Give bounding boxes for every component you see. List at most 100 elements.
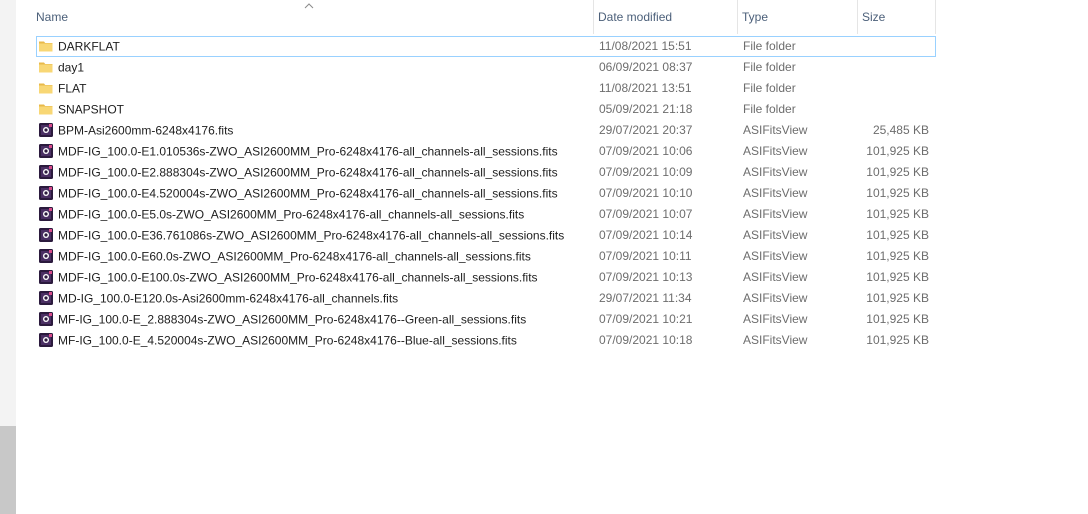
type-cell: ASIFitsView bbox=[743, 291, 808, 305]
name-cell: SNAPSHOT bbox=[38, 99, 594, 120]
column-header-type-label: Type bbox=[742, 10, 769, 24]
fits-file-icon bbox=[38, 143, 54, 159]
name-cell: MF-IG_100.0-E_4.520004s-ZWO_ASI2600MM_Pr… bbox=[38, 330, 594, 351]
type-cell: File folder bbox=[743, 39, 796, 53]
fits-file-icon bbox=[38, 332, 54, 348]
file-name: MDF-IG_100.0-E4.520004s-ZWO_ASI2600MM_Pr… bbox=[58, 186, 558, 201]
file-name: MF-IG_100.0-E_4.520004s-ZWO_ASI2600MM_Pr… bbox=[58, 333, 517, 348]
fits-file-icon bbox=[38, 269, 54, 285]
folder-row[interactable]: SNAPSHOT 05/09/2021 21:18 File folder bbox=[36, 99, 936, 120]
date-modified-cell: 06/09/2021 08:37 bbox=[599, 60, 693, 74]
fits-file-icon bbox=[38, 290, 54, 306]
file-list: DARKFLAT 11/08/2021 15:51 File folder day1… bbox=[36, 36, 936, 351]
fits-file-icon bbox=[38, 206, 54, 222]
type-cell: ASIFitsView bbox=[743, 144, 808, 158]
size-cell: 101,925 KB bbox=[866, 165, 929, 179]
file-name: MDF-IG_100.0-E2.888304s-ZWO_ASI2600MM_Pr… bbox=[58, 165, 558, 180]
fits-file-icon bbox=[38, 122, 54, 138]
size-cell: 101,925 KB bbox=[866, 333, 929, 347]
folder-icon bbox=[38, 80, 54, 96]
name-cell: MF-IG_100.0-E_2.888304s-ZWO_ASI2600MM_Pr… bbox=[38, 309, 594, 330]
date-modified-cell: 07/09/2021 10:21 bbox=[599, 312, 693, 326]
type-cell: ASIFitsView bbox=[743, 312, 808, 326]
type-cell: ASIFitsView bbox=[743, 270, 808, 284]
date-modified-cell: 05/09/2021 21:18 bbox=[599, 102, 693, 116]
date-modified-cell: 07/09/2021 10:11 bbox=[599, 249, 692, 263]
date-modified-cell: 29/07/2021 11:34 bbox=[599, 291, 692, 305]
column-header-row: Name Date modified Type Size bbox=[16, 0, 936, 34]
type-cell: File folder bbox=[743, 81, 796, 95]
size-cell bbox=[858, 57, 929, 78]
column-header-size[interactable]: Size bbox=[858, 0, 936, 34]
column-header-name-label: Name bbox=[36, 10, 69, 24]
type-cell: ASIFitsView bbox=[743, 333, 808, 347]
file-row[interactable]: MDF-IG_100.0-E60.0s-ZWO_ASI2600MM_Pro-62… bbox=[36, 246, 936, 267]
size-cell: 101,925 KB bbox=[866, 312, 929, 326]
file-row[interactable]: MDF-IG_100.0-E2.888304s-ZWO_ASI2600MM_Pr… bbox=[36, 162, 936, 183]
column-header-size-label: Size bbox=[862, 10, 886, 24]
file-row[interactable]: MDF-IG_100.0-E36.761086s-ZWO_ASI2600MM_P… bbox=[36, 225, 936, 246]
type-cell: File folder bbox=[743, 60, 796, 74]
date-modified-cell: 07/09/2021 10:07 bbox=[599, 207, 693, 221]
size-cell: 101,925 KB bbox=[866, 291, 929, 305]
date-modified-cell: 07/09/2021 10:09 bbox=[599, 165, 693, 179]
fits-file-icon bbox=[38, 164, 54, 180]
folder-row[interactable]: day1 06/09/2021 08:37 File folder bbox=[36, 57, 936, 78]
date-modified-cell: 07/09/2021 10:06 bbox=[599, 144, 693, 158]
type-cell: ASIFitsView bbox=[743, 249, 808, 263]
date-modified-cell: 07/09/2021 10:18 bbox=[599, 333, 693, 347]
fits-file-icon bbox=[38, 311, 54, 327]
column-header-name[interactable]: Name bbox=[32, 0, 594, 34]
scrollbar-thumb[interactable] bbox=[0, 426, 16, 514]
name-cell: MDF-IG_100.0-E36.761086s-ZWO_ASI2600MM_P… bbox=[38, 225, 594, 246]
file-row[interactable]: MDF-IG_100.0-E100.0s-ZWO_ASI2600MM_Pro-6… bbox=[36, 267, 936, 288]
date-modified-cell: 11/08/2021 13:51 bbox=[599, 81, 692, 95]
column-header-date-modified[interactable]: Date modified bbox=[594, 0, 738, 34]
file-row[interactable]: BPM-Asi2600mm-6248x4176.fits 29/07/2021 2… bbox=[36, 120, 936, 141]
file-row[interactable]: MDF-IG_100.0-E1.010536s-ZWO_ASI2600MM_Pr… bbox=[36, 141, 936, 162]
type-cell: ASIFitsView bbox=[743, 186, 808, 200]
date-modified-cell: 07/09/2021 10:14 bbox=[599, 228, 693, 242]
folder-row[interactable]: FLAT 11/08/2021 13:51 File folder bbox=[36, 78, 936, 99]
folder-row[interactable]: DARKFLAT 11/08/2021 15:51 File folder bbox=[36, 36, 936, 57]
name-cell: MDF-IG_100.0-E100.0s-ZWO_ASI2600MM_Pro-6… bbox=[38, 267, 594, 288]
navigation-pane-scrollbar[interactable] bbox=[0, 0, 16, 514]
date-modified-cell: 11/08/2021 15:51 bbox=[599, 39, 692, 53]
file-name: MDF-IG_100.0-E1.010536s-ZWO_ASI2600MM_Pr… bbox=[58, 144, 558, 159]
file-name: DARKFLAT bbox=[58, 39, 120, 54]
size-cell: 101,925 KB bbox=[866, 249, 929, 263]
fits-file-icon bbox=[38, 185, 54, 201]
size-cell: 101,925 KB bbox=[866, 186, 929, 200]
name-cell: DARKFLAT bbox=[38, 36, 594, 57]
file-row[interactable]: MD-IG_100.0-E120.0s-Asi2600mm-6248x4176-… bbox=[36, 288, 936, 309]
file-name: MD-IG_100.0-E120.0s-Asi2600mm-6248x4176-… bbox=[58, 291, 399, 306]
name-cell: MDF-IG_100.0-E2.888304s-ZWO_ASI2600MM_Pr… bbox=[38, 162, 594, 183]
size-cell bbox=[858, 99, 929, 120]
name-cell: MDF-IG_100.0-E5.0s-ZWO_ASI2600MM_Pro-624… bbox=[38, 204, 594, 225]
file-name: day1 bbox=[58, 60, 85, 75]
name-cell: MDF-IG_100.0-E60.0s-ZWO_ASI2600MM_Pro-62… bbox=[38, 246, 594, 267]
type-cell: ASIFitsView bbox=[743, 165, 808, 179]
file-row[interactable]: MDF-IG_100.0-E5.0s-ZWO_ASI2600MM_Pro-624… bbox=[36, 204, 936, 225]
file-name: MDF-IG_100.0-E60.0s-ZWO_ASI2600MM_Pro-62… bbox=[58, 249, 531, 264]
file-name: MF-IG_100.0-E_2.888304s-ZWO_ASI2600MM_Pr… bbox=[58, 312, 527, 327]
file-row[interactable]: MDF-IG_100.0-E4.520004s-ZWO_ASI2600MM_Pr… bbox=[36, 183, 936, 204]
file-row[interactable]: MF-IG_100.0-E_2.888304s-ZWO_ASI2600MM_Pr… bbox=[36, 309, 936, 330]
file-name: BPM-Asi2600mm-6248x4176.fits bbox=[58, 123, 234, 138]
file-row[interactable]: MF-IG_100.0-E_4.520004s-ZWO_ASI2600MM_Pr… bbox=[36, 330, 936, 351]
file-name: MDF-IG_100.0-E36.761086s-ZWO_ASI2600MM_P… bbox=[58, 228, 565, 243]
file-name: MDF-IG_100.0-E100.0s-ZWO_ASI2600MM_Pro-6… bbox=[58, 270, 538, 285]
type-cell: ASIFitsView bbox=[743, 207, 808, 221]
date-modified-cell: 07/09/2021 10:10 bbox=[599, 186, 693, 200]
size-cell bbox=[858, 78, 929, 99]
size-cell: 101,925 KB bbox=[866, 144, 929, 158]
folder-icon bbox=[38, 101, 54, 117]
type-cell: ASIFitsView bbox=[743, 228, 808, 242]
type-cell: File folder bbox=[743, 102, 796, 116]
type-cell: ASIFitsView bbox=[743, 123, 808, 137]
folder-icon bbox=[38, 38, 54, 54]
name-cell: MDF-IG_100.0-E4.520004s-ZWO_ASI2600MM_Pr… bbox=[38, 183, 594, 204]
name-cell: day1 bbox=[38, 57, 594, 78]
fits-file-icon bbox=[38, 227, 54, 243]
column-header-type[interactable]: Type bbox=[738, 0, 858, 34]
